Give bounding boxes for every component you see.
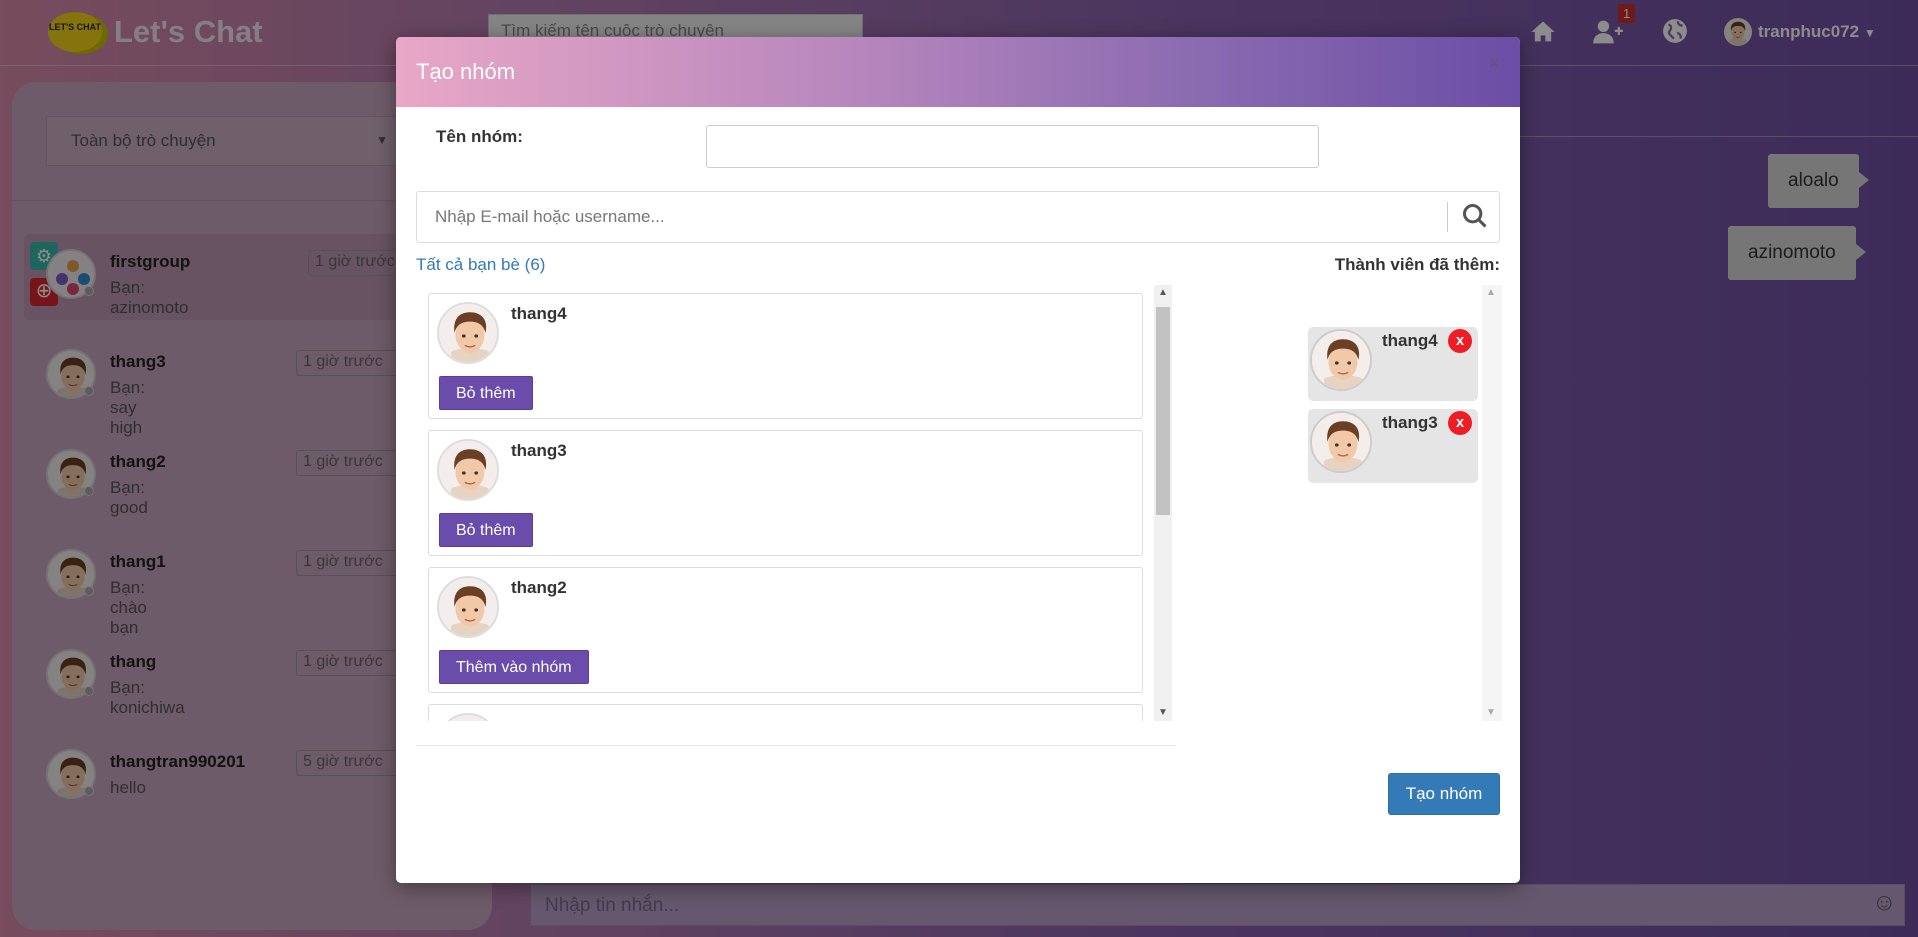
remove-friend-button[interactable]: Bỏ thêm xyxy=(439,513,533,547)
scroll-down-icon[interactable]: ▼ xyxy=(1486,707,1496,718)
list-item: thang3 Bỏ thêm xyxy=(428,430,1143,556)
avatar xyxy=(437,302,499,364)
added-members-list: thang4 x thang3 x xyxy=(1308,285,1502,721)
create-group-button[interactable]: Tạo nhóm xyxy=(1388,773,1500,815)
all-friends-link[interactable]: Tất cả bạn bè (6) xyxy=(416,255,545,275)
avatar xyxy=(1310,329,1372,391)
list-item: thang3 x xyxy=(1308,409,1478,483)
remove-member-icon[interactable]: x xyxy=(1448,329,1472,353)
list-item xyxy=(428,704,1143,721)
friend-list: thang4 Bỏ thêm thang3 Bỏ thêm thang2 Thê… xyxy=(416,285,1176,721)
group-name-input[interactable] xyxy=(706,125,1319,168)
friend-name: thang3 xyxy=(511,441,567,460)
avatar xyxy=(1310,411,1372,473)
friend-search-box: Nhập E-mail hoặc username... xyxy=(416,191,1500,243)
list-item: thang4 x xyxy=(1308,327,1478,401)
scroll-up-icon[interactable]: ▲ xyxy=(1158,287,1168,298)
added-members-title: Thành viên đã thêm: xyxy=(1334,255,1500,274)
friend-name: thang2 xyxy=(511,578,567,597)
friend-list-scrollbar[interactable]: ▲ ▼ xyxy=(1154,285,1172,721)
close-icon[interactable]: × xyxy=(1488,53,1500,76)
avatar xyxy=(437,439,499,501)
remove-friend-button[interactable]: Bỏ thêm xyxy=(439,376,533,410)
scroll-thumb[interactable] xyxy=(1156,307,1170,515)
scroll-up-icon[interactable]: ▲ xyxy=(1486,287,1496,298)
avatar xyxy=(437,576,499,638)
scroll-down-icon[interactable]: ▼ xyxy=(1158,707,1168,718)
friend-name: thang4 xyxy=(511,304,567,323)
avatar xyxy=(437,713,499,721)
modal-header: Tạo nhóm × xyxy=(396,37,1520,107)
modal-title: Tạo nhóm xyxy=(416,59,516,84)
members-scrollbar[interactable]: ▲ ▼ xyxy=(1482,285,1502,721)
member-name: thang4 xyxy=(1382,331,1438,350)
group-name-label: Tên nhóm: xyxy=(436,127,523,146)
search-divider xyxy=(1447,202,1448,232)
list-item: thang4 Bỏ thêm xyxy=(428,293,1143,419)
search-icon[interactable] xyxy=(1461,202,1491,232)
list-divider xyxy=(416,745,1176,746)
member-name: thang3 xyxy=(1382,413,1438,432)
list-item: thang2 Thêm vào nhóm xyxy=(428,567,1143,693)
create-group-modal: Tạo nhóm × Tên nhóm: Nhập E-mail hoặc us… xyxy=(396,37,1520,883)
friend-search-input[interactable]: Nhập E-mail hoặc username... xyxy=(435,207,665,227)
remove-member-icon[interactable]: x xyxy=(1448,411,1472,435)
add-to-group-button[interactable]: Thêm vào nhóm xyxy=(439,650,589,684)
